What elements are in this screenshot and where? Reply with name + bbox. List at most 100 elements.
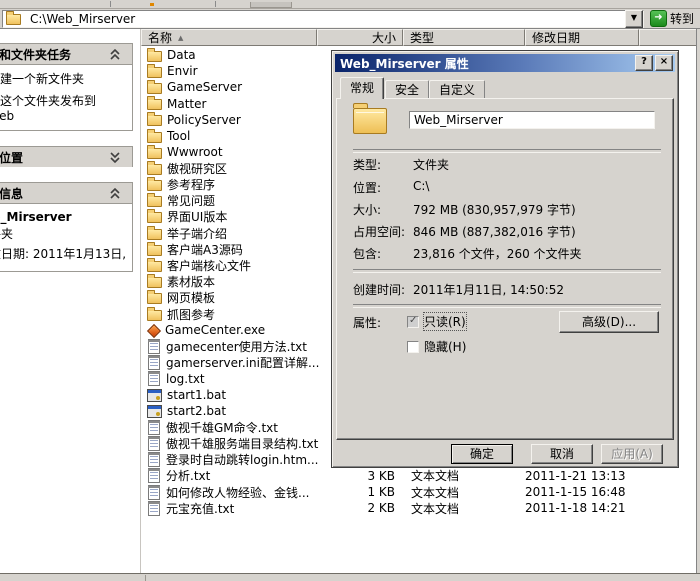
folder-icon <box>147 277 162 288</box>
text-file-icon <box>148 485 160 500</box>
tab-general[interactable]: 常规 <box>340 77 384 99</box>
column-size-label: 大小 <box>372 29 396 46</box>
file-size: 2 KB <box>317 501 403 515</box>
file-row[interactable]: 元宝充值.txt2 KB文本文档2011-1-18 14:21 <box>141 500 697 516</box>
advanced-button[interactable]: 高级(D)... <box>559 311 659 333</box>
folder-icon <box>353 108 387 134</box>
hidden-label: 隐藏(H) <box>424 338 466 355</box>
file-type: 文本文档 <box>403 484 525 501</box>
location-label: 位置: <box>353 179 381 196</box>
address-path[interactable]: C:\Web_Mirserver <box>30 12 135 26</box>
readonly-checkbox[interactable] <box>407 316 419 328</box>
places-section-title: 其它位置 <box>0 149 23 166</box>
dialog-title: Web_Mirserver 属性 <box>340 55 469 72</box>
file-name: 登录时自动跳转login.htm... <box>166 451 319 468</box>
toolbar-icon-remnant <box>150 3 154 6</box>
go-button[interactable]: ➜ 转到 <box>650 10 694 28</box>
size-on-disk-value: 846 MB (887,382,016 字节) <box>413 223 576 240</box>
folder-icon <box>147 180 162 191</box>
tasks-section-header[interactable]: 文件和文件夹任务 <box>0 44 132 65</box>
folder-name-input[interactable]: Web_Mirserver <box>409 111 655 129</box>
file-name: 傲视千雄服务端目录结构.txt <box>166 435 318 452</box>
location-value: C:\ <box>413 179 429 193</box>
task-new-folder[interactable]: 创建一个新文件夹 <box>0 72 113 87</box>
text-file-icon <box>148 436 160 451</box>
toolbar-remnant <box>0 0 700 9</box>
folder-icon <box>147 212 162 223</box>
go-arrow-icon: ➜ <box>650 10 667 27</box>
tab-customize[interactable]: 自定义 <box>429 80 485 99</box>
size-value: 792 MB (830,957,979 字节) <box>413 201 576 218</box>
column-header-size[interactable]: 大小 <box>317 29 403 46</box>
folder-icon <box>147 310 162 321</box>
file-row[interactable]: 如何修改人物经验、金钱...1 KB文本文档2011-1-15 16:48 <box>141 484 697 500</box>
apply-button: 应用(A) <box>601 444 663 464</box>
folder-icon <box>147 148 162 159</box>
file-name: 分析.txt <box>166 467 210 484</box>
task-pane: 文件和文件夹任务 创建一个新文件夹 将这个文件夹发布到 Web 其它位置 详细信… <box>0 29 140 573</box>
help-button[interactable]: ? <box>635 55 653 71</box>
file-name: 傲视研究区 <box>167 160 227 177</box>
frame-notch <box>145 575 146 581</box>
places-section: 其它位置 <box>0 146 133 167</box>
file-name: 客户端A3源码 <box>167 241 243 258</box>
file-name: Tool <box>167 129 190 143</box>
address-dropdown-button[interactable]: ▼ <box>625 10 643 28</box>
file-name: start1.bat <box>167 388 226 402</box>
created-label: 创建时间: <box>353 281 405 298</box>
chevron-down-icon[interactable] <box>108 152 122 163</box>
size-on-disk-label: 占用空间: <box>353 223 405 240</box>
cancel-button[interactable]: 取消 <box>531 444 593 464</box>
file-name: 如何修改人物经验、金钱... <box>166 484 309 501</box>
readonly-checkbox-row[interactable]: 只读(R) <box>407 313 466 330</box>
list-header: 名称 ▲ 大小 类型 修改日期 <box>141 29 697 46</box>
exe-icon <box>147 324 160 337</box>
column-header-type[interactable]: 类型 <box>403 29 525 46</box>
column-header-modified[interactable]: 修改日期 <box>525 29 639 46</box>
created-value: 2011年1月11日, 14:50:52 <box>413 281 564 298</box>
details-section-title: 详细信息 <box>0 185 23 202</box>
hidden-checkbox[interactable] <box>407 341 419 353</box>
text-file-icon <box>148 452 160 467</box>
file-name: 抓图参考 <box>167 306 215 323</box>
task-publish-folder[interactable]: 将这个文件夹发布到 Web <box>0 94 113 124</box>
close-icon[interactable]: × <box>655 55 673 71</box>
separator <box>353 304 661 308</box>
chevron-up-icon[interactable] <box>108 49 122 60</box>
toolbar-dropdown-remnant <box>250 2 292 8</box>
file-name: 参考程序 <box>167 176 215 193</box>
file-name: GameServer <box>167 80 242 94</box>
details-section-header[interactable]: 详细信息 <box>0 183 132 204</box>
hidden-checkbox-row[interactable]: 隐藏(H) <box>407 338 466 355</box>
file-modified: 2011-1-21 13:13 <box>525 469 639 483</box>
folder-icon <box>147 261 162 272</box>
places-section-header[interactable]: 其它位置 <box>0 147 132 167</box>
column-name-label: 名称 <box>148 29 172 46</box>
file-modified: 2011-1-15 16:48 <box>525 485 639 499</box>
tab-security[interactable]: 安全 <box>385 80 429 99</box>
file-name: gamerserver.ini配置详解... <box>166 354 319 371</box>
file-name: 傲视千雄GM命令.txt <box>166 419 278 436</box>
window-bottom-border <box>0 573 700 581</box>
ok-button[interactable]: 确定 <box>451 444 513 464</box>
file-type: 文本文档 <box>403 500 525 517</box>
tasks-section-title: 文件和文件夹任务 <box>0 46 71 63</box>
address-input[interactable]: C:\Web_Mirserver ▼ <box>2 10 644 28</box>
chevron-up-icon[interactable] <box>108 188 122 199</box>
go-label: 转到 <box>670 10 694 27</box>
folder-icon <box>147 67 162 78</box>
sort-ascending-icon: ▲ <box>178 34 183 42</box>
folder-icon <box>147 245 162 256</box>
separator <box>353 269 661 273</box>
file-name: Data <box>167 48 196 62</box>
details-folder-kind: 文件夹 <box>0 225 132 242</box>
column-modified-label: 修改日期 <box>532 29 580 46</box>
dialog-tabs: 常规 安全 自定义 <box>340 78 485 99</box>
file-row[interactable]: 分析.txt3 KB文本文档2011-1-21 13:13 <box>141 468 697 484</box>
text-file-icon <box>148 501 160 516</box>
column-header-name[interactable]: 名称 ▲ <box>141 29 317 46</box>
file-name: Envir <box>167 64 198 78</box>
toolbar-divider <box>215 1 216 7</box>
folder-icon <box>147 132 162 143</box>
text-file-icon <box>148 420 160 435</box>
